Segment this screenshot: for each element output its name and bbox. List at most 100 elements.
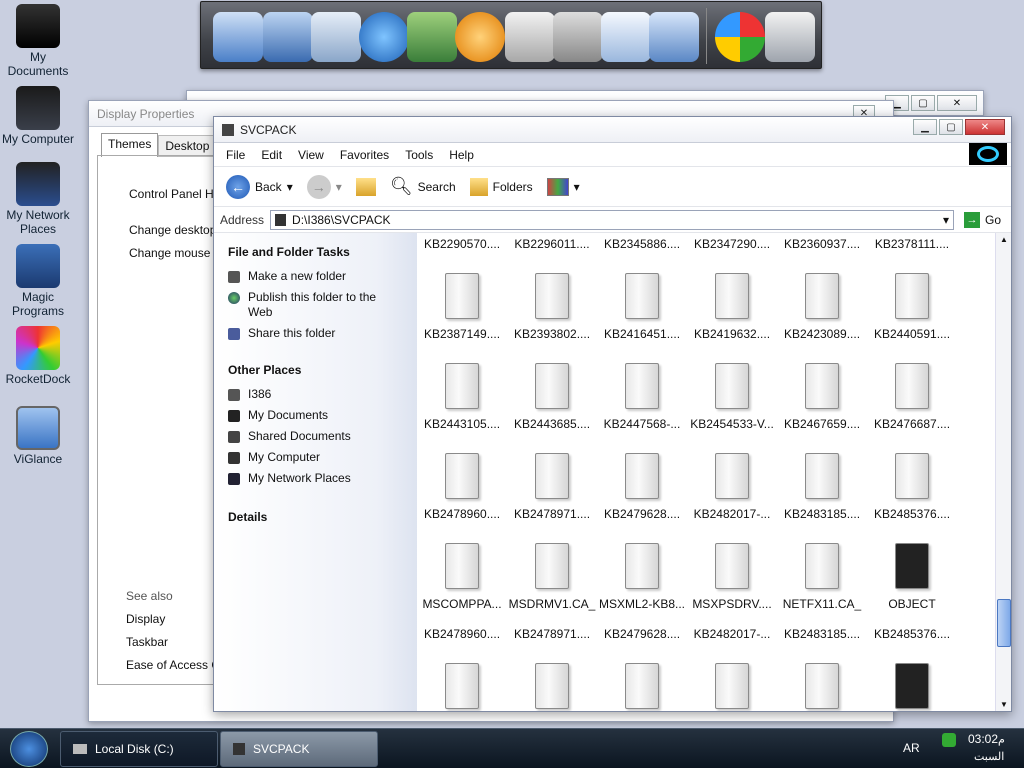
file-icon[interactable] [535,543,569,589]
file-icon[interactable] [445,663,479,709]
svcpack-window[interactable]: SVCPACK ▁ ▢ ✕ File Edit View Favorites T… [213,116,1012,712]
display-dock-icon[interactable] [407,12,457,62]
menu-help[interactable]: Help [441,148,482,162]
search-button[interactable]: 🔍︎ Search [386,174,460,199]
network-dock-icon[interactable] [263,12,313,62]
file-icon[interactable] [895,273,929,319]
file-icon[interactable] [445,273,479,319]
file-label[interactable]: KB2478960.... [417,507,507,521]
file-label[interactable]: KB2482017-... [687,507,777,521]
change-desktop-link[interactable]: Change desktop [129,223,216,237]
file-label[interactable]: KB2478971.... [507,627,597,641]
up-folder-button[interactable] [352,176,380,198]
file-label[interactable]: OBJECT [867,597,957,611]
clock-time[interactable]: 03:02 [968,732,998,746]
file-label[interactable]: NETFX11.CA_ [777,597,867,611]
details-title[interactable]: Details [228,510,403,524]
object-file-icon[interactable] [895,663,929,709]
desktop-icon-network[interactable]: My Network Places [0,162,76,236]
taskbar-item-local-disk[interactable]: Local Disk (C:) [60,731,218,767]
make-folder-task[interactable]: Make a new folder [228,269,403,284]
address-field[interactable]: D:\I386\SVCPACK ▾ [270,209,954,230]
scroll-up-icon[interactable]: ▲ [1000,235,1008,244]
file-label[interactable]: KB2483185.... [777,627,867,641]
file-icon[interactable] [715,273,749,319]
desktop-icon-viglance[interactable]: ViGlance [0,406,76,466]
file-label[interactable]: KB2416451.... [597,327,687,341]
file-icon[interactable] [535,363,569,409]
menu-file[interactable]: File [218,148,253,162]
close-icon[interactable]: ✕ [965,119,1005,135]
chevron-down-icon[interactable]: ▾ [943,213,953,227]
desktop-icon-rocketdock[interactable]: RocketDock [0,326,76,386]
menu-favorites[interactable]: Favorites [332,148,397,162]
file-icon[interactable] [445,453,479,499]
file-label[interactable]: KB2290570.... [417,237,507,251]
close-icon[interactable]: ✕ [937,95,977,111]
calculator-icon[interactable] [505,12,555,62]
file-label[interactable]: KB2485376.... [867,627,957,641]
file-label[interactable]: KB2345886.... [597,237,687,251]
file-label[interactable]: KB2447568-... [597,417,687,431]
window-titlebar[interactable]: SVCPACK ▁ ▢ ✕ [214,117,1011,143]
recycle-bin-icon[interactable] [765,12,815,62]
object-file-icon[interactable] [895,543,929,589]
desktop-icon-my-documents[interactable]: My Documents [0,4,76,78]
file-label[interactable]: KB2347290.... [687,237,777,251]
file-label[interactable]: KB2423089.... [777,327,867,341]
file-label[interactable]: KB2478971.... [507,507,597,521]
other-places-title[interactable]: Other Places [228,363,403,377]
file-folder-tasks-title[interactable]: File and Folder Tasks [228,245,403,259]
minimize-icon[interactable]: ▁ [913,119,937,135]
file-label[interactable]: KB2483185.... [777,507,867,521]
tab-desktop[interactable]: Desktop [158,135,217,157]
place-i386[interactable]: I386 [228,387,403,402]
file-icon[interactable] [895,453,929,499]
settings-dock-icon[interactable] [649,12,699,62]
file-icon[interactable] [715,663,749,709]
ease-of-access-link[interactable]: Ease of Access C [126,658,220,672]
file-icon[interactable] [625,663,659,709]
media-player-icon[interactable] [455,12,505,62]
taskbar-item-svcpack[interactable]: SVCPACK [220,731,378,767]
file-label[interactable]: KB2476687.... [867,417,957,431]
file-icon[interactable] [625,363,659,409]
file-icon[interactable] [805,273,839,319]
file-label[interactable]: KB2443685.... [507,417,597,431]
tab-themes[interactable]: Themes [101,133,159,157]
documents-dock-icon[interactable] [311,12,361,62]
language-indicator[interactable]: AR [903,741,920,755]
back-button[interactable]: ← Back ▾ [222,173,297,201]
folders-button[interactable]: Folders [466,176,537,198]
file-label[interactable]: MSXML2-KB8... [597,597,687,611]
file-icon[interactable] [715,453,749,499]
monitor-dock-icon[interactable] [213,12,263,62]
file-label[interactable]: KB2296011.... [507,237,597,251]
go-button[interactable]: → Go [960,210,1005,230]
file-icon[interactable] [895,363,929,409]
file-label[interactable]: KB2387149.... [417,327,507,341]
file-icon[interactable] [805,663,839,709]
file-label[interactable]: KB2440591.... [867,327,957,341]
internet-explorer-icon[interactable] [359,12,409,62]
file-label[interactable]: MSCOMPPA... [417,597,507,611]
publish-task[interactable]: Publish this folder to the Web [228,290,403,320]
file-icon[interactable] [535,273,569,319]
file-icon[interactable] [625,543,659,589]
windows-logo-icon[interactable] [715,12,765,62]
views-button[interactable]: ▾ [543,176,584,198]
scroll-down-icon[interactable]: ▼ [1000,700,1008,709]
shield-icon[interactable] [942,733,956,747]
menu-view[interactable]: View [290,148,332,162]
file-label[interactable]: KB2479628.... [597,627,687,641]
file-label[interactable]: KB2360937.... [777,237,867,251]
maximize-icon[interactable]: ▢ [939,119,963,135]
desktop-icon-magic-programs[interactable]: Magic Programs [0,244,76,318]
file-icon[interactable] [445,543,479,589]
place-shared-documents[interactable]: Shared Documents [228,429,403,444]
maximize-icon[interactable]: ▢ [911,95,935,111]
file-label[interactable]: KB2485376.... [867,507,957,521]
file-icon[interactable] [805,543,839,589]
file-icon[interactable] [445,363,479,409]
vertical-scrollbar[interactable]: ▲ ▼ [995,233,1011,711]
